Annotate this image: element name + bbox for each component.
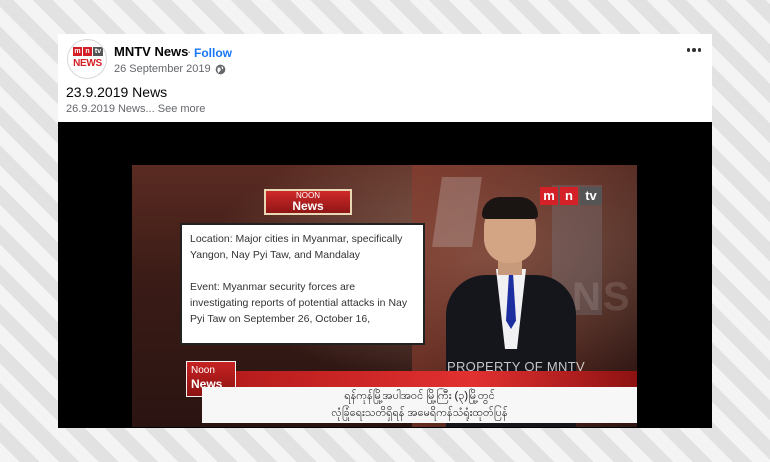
video-player[interactable]: NS NOON News m n tv Location: Major citi… <box>58 122 712 428</box>
lower-third-bar <box>228 371 637 387</box>
avatar-logo: m n tv <box>73 47 103 56</box>
avatar-logo-letter: m <box>73 47 82 56</box>
follow-button[interactable]: Follow <box>194 46 232 60</box>
more-options-icon <box>686 48 691 52</box>
see-more-link[interactable]: See more <box>158 103 206 115</box>
channel-logo-letter: n <box>560 187 578 205</box>
facebook-post: m n tv NEWS MNTV News · Follow 26 Septem… <box>58 34 712 428</box>
news-text-card: Location: Major cities in Myanmar, speci… <box>180 223 425 345</box>
video-frame: NS NOON News m n tv Location: Major citi… <box>132 165 637 427</box>
ticker-line: လုံခြုံရေးသတိရှိရန် အမေရိကန်သံရုံးထုတ်ပြ… <box>331 407 508 419</box>
card-paragraph: Location: Major cities in Myanmar, speci… <box>190 233 403 261</box>
avatar-logo-letter: tv <box>93 47 103 56</box>
avatar-logo-letter: n <box>83 47 92 56</box>
post-title: 23.9.2019 News <box>66 84 168 100</box>
globe-icon <box>215 64 226 75</box>
name-separator: · <box>187 44 192 59</box>
avatar-logo-word: NEWS <box>73 58 102 69</box>
noon-news-sign: NOON News <box>264 189 352 215</box>
card-paragraph: Event: Myanmar security forces are inves… <box>190 281 408 325</box>
badge-line1: Noon <box>191 365 215 376</box>
post-timestamp[interactable]: 26 September 2019 <box>114 63 211 75</box>
more-options-button[interactable] <box>684 42 704 58</box>
anchor-hair <box>482 197 538 219</box>
post-snippet-text: 26.9.2019 News... <box>66 103 155 115</box>
channel-logo-letter: m <box>540 187 558 205</box>
channel-logo-letter: tv <box>580 187 602 205</box>
ticker-line: ရန်ကုန်မြို့အပါအဝင် မြို့ကြီး (၃)မြို့တွ… <box>344 390 495 402</box>
news-ticker: ရန်ကုန်မြို့အပါအဝင် မြို့ကြီး (၃)မြို့တွ… <box>202 387 637 423</box>
noon-sign-line2: News <box>292 199 324 213</box>
channel-logo: m n tv <box>540 187 602 205</box>
page-avatar[interactable]: m n tv NEWS <box>67 39 107 79</box>
page-name-link[interactable]: MNTV News <box>114 44 188 59</box>
post-snippet: 26.9.2019 News... See more <box>66 103 205 115</box>
studio-backdrop-text: NS <box>572 275 632 319</box>
